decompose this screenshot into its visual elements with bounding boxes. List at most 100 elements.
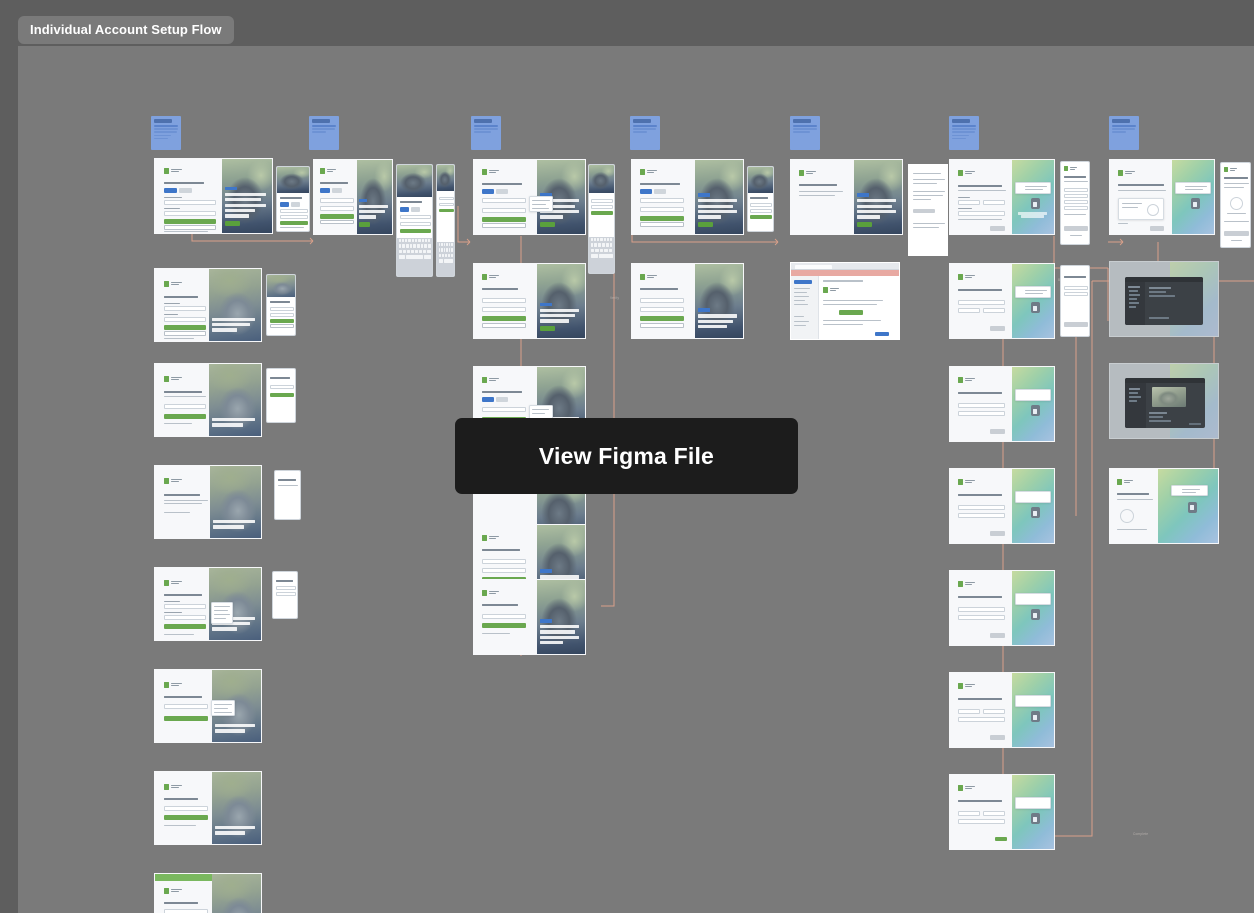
continue-button[interactable] bbox=[591, 211, 613, 215]
reset-password-button[interactable] bbox=[164, 414, 206, 419]
on-screen-keyboard[interactable] bbox=[437, 242, 454, 276]
create-account-button[interactable] bbox=[164, 219, 216, 224]
city-field[interactable] bbox=[958, 308, 980, 313]
mockup-change-password-mobile[interactable] bbox=[272, 571, 298, 619]
create-account-button[interactable] bbox=[280, 221, 308, 225]
sso-button[interactable] bbox=[320, 220, 354, 224]
ssn-field[interactable] bbox=[958, 403, 1005, 408]
window-sidebar[interactable] bbox=[1125, 383, 1146, 428]
mockup-setup-step-5[interactable] bbox=[949, 570, 1055, 646]
tab-business[interactable] bbox=[291, 202, 300, 207]
tab-individual[interactable] bbox=[280, 202, 289, 207]
address-field[interactable] bbox=[1064, 286, 1088, 290]
mockup-sign-in-desktop[interactable] bbox=[154, 268, 262, 342]
tab-individual[interactable] bbox=[320, 188, 330, 193]
terms-field[interactable] bbox=[958, 717, 1005, 722]
email-field[interactable] bbox=[439, 197, 454, 201]
mockup-forgot-password-mobile[interactable] bbox=[266, 368, 296, 423]
next-button[interactable] bbox=[990, 531, 1005, 536]
on-screen-keyboard[interactable] bbox=[397, 238, 432, 276]
mockup-setup-step-2[interactable] bbox=[949, 263, 1055, 339]
email-field[interactable] bbox=[164, 200, 216, 205]
phone-field[interactable] bbox=[958, 211, 1005, 216]
sso-button[interactable] bbox=[270, 324, 294, 328]
new-password-field[interactable] bbox=[164, 704, 208, 709]
sidebar-item[interactable] bbox=[794, 300, 805, 302]
sidebar-item[interactable] bbox=[794, 288, 810, 290]
email-field[interactable] bbox=[640, 198, 684, 203]
next-button[interactable] bbox=[990, 226, 1005, 231]
compose-button[interactable] bbox=[794, 280, 812, 284]
mockup-confirm-email-desktop[interactable] bbox=[631, 159, 744, 235]
confirm-field[interactable] bbox=[958, 811, 980, 816]
password-field[interactable] bbox=[270, 313, 294, 317]
mail-reply-button[interactable] bbox=[875, 332, 890, 336]
verification-code-field[interactable] bbox=[482, 614, 526, 619]
mockup-device-dark-window-2[interactable] bbox=[1109, 363, 1219, 439]
password-field[interactable] bbox=[280, 215, 308, 219]
phone-field[interactable] bbox=[1064, 200, 1088, 204]
mockup-setup-step-1-mobile[interactable] bbox=[1060, 161, 1090, 245]
hero-cta-button[interactable] bbox=[224, 220, 241, 226]
account-type-field[interactable] bbox=[958, 607, 1005, 612]
mockup-check-email-desktop[interactable] bbox=[154, 465, 262, 539]
dob-field[interactable] bbox=[958, 411, 1005, 416]
password-field[interactable] bbox=[400, 222, 431, 226]
password-field[interactable] bbox=[640, 307, 684, 312]
password-field[interactable] bbox=[591, 205, 613, 209]
first-name-field[interactable] bbox=[958, 200, 980, 205]
mockup-password-strength-desktop[interactable] bbox=[154, 669, 262, 743]
address-field[interactable] bbox=[958, 300, 1005, 305]
mockup-sign-in-mobile[interactable] bbox=[266, 274, 296, 336]
submit-application-button[interactable] bbox=[995, 837, 1007, 841]
first-name-field[interactable] bbox=[1064, 188, 1088, 192]
mockup-device-register-mobile[interactable] bbox=[1220, 162, 1251, 248]
mockup-mobile-create-desktop[interactable] bbox=[313, 159, 393, 235]
password-field[interactable] bbox=[482, 307, 526, 312]
tab-business[interactable] bbox=[654, 189, 666, 194]
verification-code-field[interactable] bbox=[482, 298, 526, 303]
tab-individual[interactable] bbox=[482, 189, 494, 194]
reset-password-button[interactable] bbox=[270, 393, 294, 397]
tab-individual[interactable] bbox=[400, 207, 409, 212]
hero-cta-button[interactable] bbox=[540, 221, 555, 227]
mockup-email-client-window[interactable] bbox=[790, 262, 900, 340]
mockup-verify-desktop-1[interactable] bbox=[473, 159, 586, 235]
account-type-tabs[interactable] bbox=[164, 188, 192, 193]
verify-button[interactable] bbox=[482, 623, 526, 628]
funding-field[interactable] bbox=[958, 615, 1005, 620]
account-type-tabs[interactable] bbox=[280, 202, 300, 207]
mockup-setup-step-1[interactable] bbox=[949, 159, 1055, 235]
account-type-tabs[interactable] bbox=[640, 189, 666, 194]
mockup-create-account-mobile[interactable] bbox=[276, 166, 310, 232]
window-sidebar[interactable] bbox=[1125, 282, 1146, 325]
email-field[interactable] bbox=[750, 203, 772, 207]
sticky-note[interactable] bbox=[471, 116, 501, 150]
forgot-password-link[interactable] bbox=[164, 338, 194, 340]
hero-cta-button[interactable] bbox=[698, 221, 713, 227]
next-button[interactable] bbox=[1064, 226, 1088, 231]
new-password-field[interactable] bbox=[276, 586, 296, 590]
employment-field[interactable] bbox=[958, 505, 1005, 510]
mockup-device-register-desktop[interactable] bbox=[1109, 159, 1215, 235]
city-field[interactable] bbox=[1064, 292, 1088, 296]
mockup-confirm-email-desktop-2[interactable] bbox=[631, 263, 744, 339]
next-button[interactable] bbox=[990, 326, 1005, 331]
confirm-password-field[interactable] bbox=[164, 615, 206, 620]
password-field[interactable] bbox=[482, 568, 526, 573]
email-field[interactable] bbox=[482, 407, 526, 412]
tab-individual[interactable] bbox=[482, 397, 494, 402]
income-field[interactable] bbox=[958, 513, 1005, 518]
last-name-field[interactable] bbox=[1064, 194, 1088, 198]
mockup-device-confirmed[interactable] bbox=[1109, 468, 1219, 544]
view-figma-file-button[interactable]: View Figma File bbox=[455, 418, 798, 494]
email-field[interactable] bbox=[280, 209, 308, 213]
sticky-note[interactable] bbox=[309, 116, 339, 150]
password-field[interactable] bbox=[482, 208, 526, 213]
continue-button[interactable] bbox=[164, 815, 208, 820]
dark-app-window[interactable] bbox=[1125, 277, 1203, 325]
confirm-password-field[interactable] bbox=[276, 592, 296, 596]
mockup-setup-step-3[interactable] bbox=[949, 366, 1055, 442]
mockup-mobile-keyboard-2[interactable] bbox=[436, 164, 455, 277]
resend-button[interactable] bbox=[482, 323, 526, 328]
